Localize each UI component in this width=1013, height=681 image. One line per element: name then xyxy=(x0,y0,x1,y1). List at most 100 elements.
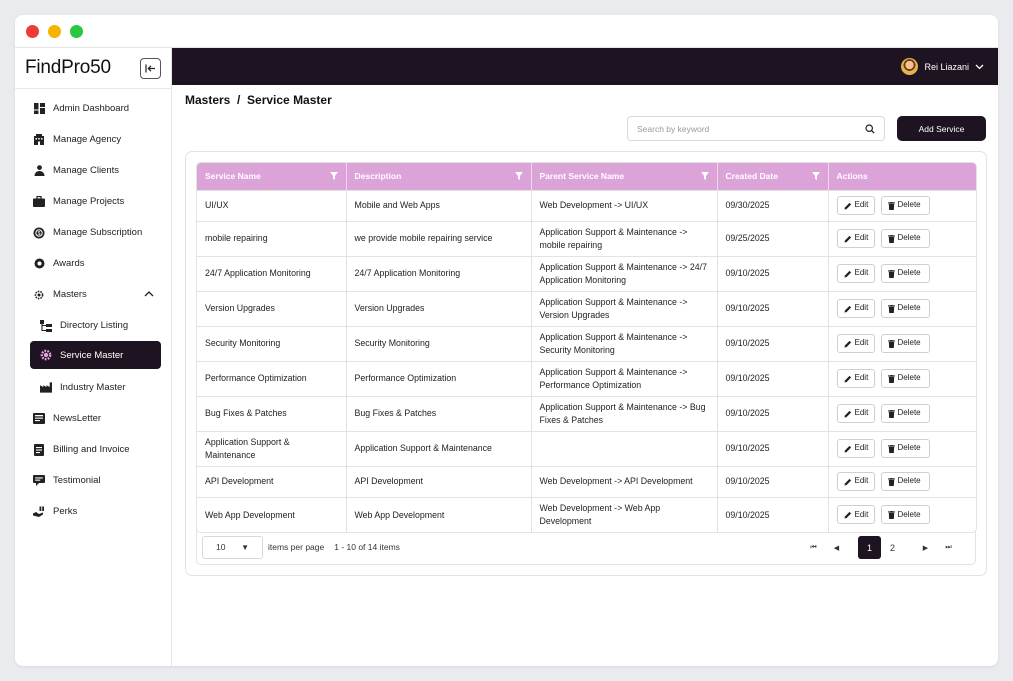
edit-button[interactable]: Edit xyxy=(836,369,875,388)
sidebar-item-testimonial[interactable]: Testimonial xyxy=(15,465,171,496)
cell-description: Version Upgrades xyxy=(346,290,532,326)
filter-icon[interactable] xyxy=(811,172,820,180)
delete-button[interactable]: Delete xyxy=(880,196,930,215)
trash-icon xyxy=(887,269,895,278)
sidebar-item-label: Service Master xyxy=(60,349,124,361)
gear-icon xyxy=(33,289,45,301)
sidebar-item-billing-and-invoice[interactable]: Billing and Invoice xyxy=(15,434,171,465)
cell-date: 09/10/2025 xyxy=(717,496,829,532)
edit-label: Edit xyxy=(854,303,869,313)
user-name[interactable]: Rei Liazani xyxy=(924,62,969,72)
first-page-icon[interactable]: ⏮ xyxy=(802,536,825,559)
page-size-select[interactable]: 10 ▼ xyxy=(202,535,263,559)
sidebar-item-masters[interactable]: Masters xyxy=(15,279,171,310)
delete-button[interactable]: Delete xyxy=(880,472,930,491)
trash-icon xyxy=(887,444,895,453)
sidebar-item-label: Manage Agency xyxy=(53,134,122,145)
filter-icon[interactable] xyxy=(514,172,523,180)
cell-actions: Edit Delete xyxy=(828,430,976,466)
cell-date: 09/30/2025 xyxy=(717,189,829,221)
minimize-window-button[interactable] xyxy=(48,24,61,38)
delete-button[interactable]: Delete xyxy=(880,369,930,388)
delete-button[interactable]: Delete xyxy=(880,505,930,525)
trash-icon xyxy=(887,374,895,383)
filter-icon[interactable] xyxy=(700,172,709,180)
column-header-label: Description xyxy=(354,171,402,182)
sidebar-item-industry-master[interactable]: Industry Master xyxy=(15,372,171,403)
search-icon[interactable] xyxy=(865,123,875,134)
sidebar-item-newsletter[interactable]: NewsLetter xyxy=(15,403,171,434)
edit-button[interactable]: Edit xyxy=(836,334,875,353)
sidebar-item-manage-clients[interactable]: Manage Clients xyxy=(15,155,171,186)
page-button-2[interactable]: 2 xyxy=(881,536,904,559)
sidebar-item-manage-projects[interactable]: Manage Projects xyxy=(15,186,171,217)
sidebar-item-perks[interactable]: Perks xyxy=(15,496,171,527)
chevron-up-icon[interactable] xyxy=(144,289,154,300)
maximize-window-button[interactable] xyxy=(70,24,83,38)
add-service-button[interactable]: Add Service xyxy=(897,116,986,141)
delete-button[interactable]: Delete xyxy=(880,439,930,458)
cell-parent: Application Support & Maintenance -> Sec… xyxy=(531,325,718,361)
edit-label: Edit xyxy=(854,408,869,418)
column-header-label: Parent Service Name xyxy=(539,171,625,182)
pencil-icon xyxy=(844,511,852,519)
cell-parent: Application Support & Maintenance -> 24/… xyxy=(531,255,718,291)
delete-label: Delete xyxy=(897,303,921,313)
column-header-actions: Actions xyxy=(828,163,976,190)
delete-button[interactable]: Delete xyxy=(880,229,930,248)
sidebar-item-service-master[interactable]: Service Master xyxy=(30,341,161,369)
sidebar-item-label: Billing and Invoice xyxy=(53,444,130,455)
search-input[interactable] xyxy=(637,123,865,134)
sidebar-item-awards[interactable]: Awards xyxy=(15,248,171,279)
svg-text:$: $ xyxy=(38,231,41,237)
cell-actions: Edit Delete xyxy=(828,290,976,326)
table-row: API Development API Development Web Develo… xyxy=(197,465,976,497)
close-window-button[interactable] xyxy=(26,24,39,38)
last-page-icon[interactable]: ⏭ xyxy=(937,536,960,559)
cell-name: UI/UX xyxy=(197,189,347,221)
service-gear-icon xyxy=(40,349,52,361)
next-page-icon[interactable]: ▶ xyxy=(914,536,937,559)
perks-icon xyxy=(33,506,45,518)
edit-button[interactable]: Edit xyxy=(836,299,875,318)
table-row: Application Support & Maintenance Applica… xyxy=(197,430,976,466)
avatar[interactable] xyxy=(901,58,919,75)
edit-button[interactable]: Edit xyxy=(836,404,875,423)
edit-button[interactable]: Edit xyxy=(836,264,875,283)
search-box[interactable] xyxy=(627,116,885,141)
testimonial-icon xyxy=(33,475,45,487)
delete-button[interactable]: Delete xyxy=(880,404,930,423)
edit-button[interactable]: Edit xyxy=(836,196,875,215)
industry-icon xyxy=(40,382,52,394)
edit-button[interactable]: Edit xyxy=(836,472,875,491)
chevron-down-icon[interactable] xyxy=(975,64,984,70)
table-header-row: Service Name Description Parent Service Na… xyxy=(197,163,976,190)
column-header-service-name: Service Name xyxy=(197,163,347,190)
sidebar-item-manage-agency[interactable]: Manage Agency xyxy=(15,124,171,155)
edit-button[interactable]: Edit xyxy=(836,439,875,458)
page-button-1[interactable]: 1 xyxy=(858,536,881,559)
edit-button[interactable]: Edit xyxy=(836,505,875,525)
prev-page-icon[interactable]: ◀ xyxy=(825,536,848,559)
filter-icon[interactable] xyxy=(329,172,338,180)
directory-icon xyxy=(40,319,52,332)
topbar: Rei Liazani xyxy=(172,48,998,85)
cell-date: 09/10/2025 xyxy=(717,430,829,466)
edit-button[interactable]: Edit xyxy=(836,229,875,248)
cell-parent: Application Support & Maintenance -> mob… xyxy=(531,220,718,256)
cell-name: API Development xyxy=(197,465,347,497)
delete-button[interactable]: Delete xyxy=(880,334,930,353)
sidebar-item-directory-listing[interactable]: Directory Listing xyxy=(15,310,171,341)
page-size-value: 10 xyxy=(216,542,226,552)
sidebar-item-manage-subscription[interactable]: $ Manage Subscription xyxy=(15,217,171,248)
subscription-icon: $ xyxy=(33,227,45,239)
edit-label: Edit xyxy=(854,268,869,278)
cell-date: 09/10/2025 xyxy=(717,395,829,431)
app-window: FindPro50 Admin Dashboard Manage Agency Ma… xyxy=(15,15,998,666)
cell-parent: Web Development -> API Development xyxy=(531,465,718,497)
sidebar-item-admin-dashboard[interactable]: Admin Dashboard xyxy=(15,93,171,124)
delete-button[interactable]: Delete xyxy=(880,299,930,318)
collapse-sidebar-button[interactable] xyxy=(140,57,161,79)
delete-button[interactable]: Delete xyxy=(880,264,930,283)
cell-actions: Edit Delete xyxy=(828,360,976,396)
